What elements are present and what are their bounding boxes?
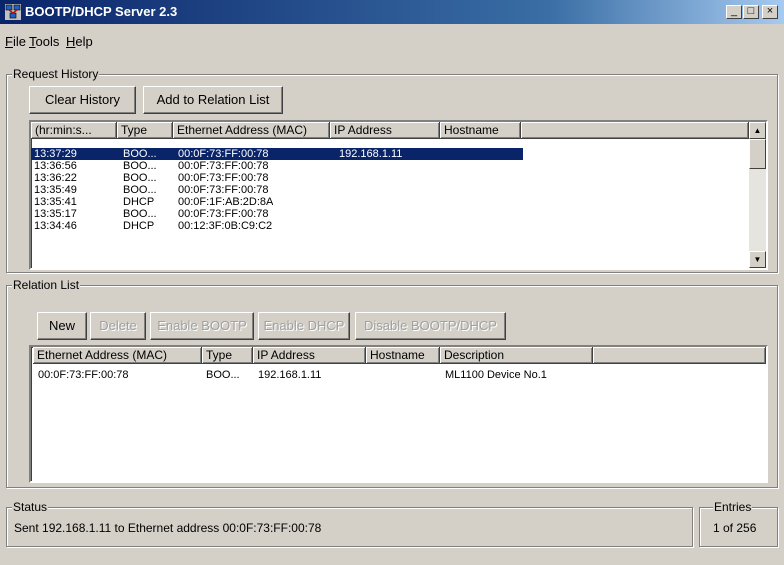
- status-message: Sent 192.168.1.11 to Ethernet address 00…: [14, 521, 322, 535]
- table-row[interactable]: 00:0F:73:FF:00:78 BOO... 192.168.1.11 ML…: [31, 369, 766, 381]
- column-hostname[interactable]: Hostname: [440, 122, 521, 139]
- add-to-relation-list-button[interactable]: Add to Relation List: [143, 86, 283, 114]
- request-history-label: Request History: [12, 67, 100, 81]
- table-row-partial[interactable]: [31, 232, 523, 244]
- minimize-button[interactable]: _: [726, 5, 742, 19]
- title-bar[interactable]: BOOTP/DHCP Server 2.3 _ □ ×: [0, 0, 784, 24]
- window-title: BOOTP/DHCP Server 2.3: [25, 4, 178, 19]
- menu-tools[interactable]: Tools: [29, 34, 59, 49]
- menu-bar: File Tools Help: [0, 34, 784, 54]
- delete-button[interactable]: Delete: [90, 312, 146, 340]
- table-row[interactable]: 13:37:29 BOO... 00:0F:73:FF:00:78 192.16…: [31, 148, 523, 160]
- status-label: Status: [12, 500, 49, 514]
- column-type[interactable]: Type: [117, 122, 173, 139]
- column-hostname[interactable]: Hostname: [366, 347, 440, 364]
- maximize-button[interactable]: □: [743, 5, 759, 19]
- close-button[interactable]: ×: [762, 5, 778, 19]
- menu-file[interactable]: File: [5, 34, 26, 49]
- table-row[interactable]: 13:35:17 BOO... 00:0F:73:FF:00:78: [31, 208, 523, 220]
- table-row[interactable]: 13:34:46 DHCP 00:12:3F:0B:C9:C2: [31, 220, 523, 232]
- request-history-scrollbar[interactable]: ▲ ▼: [749, 122, 766, 268]
- column-mac[interactable]: Ethernet Address (MAC): [173, 122, 330, 139]
- entries-label: Entries: [713, 500, 753, 514]
- table-row[interactable]: 13:35:41 DHCP 00:0F:1F:AB:2D:8A: [31, 196, 523, 208]
- scroll-thumb[interactable]: [749, 139, 766, 169]
- column-mac[interactable]: Ethernet Address (MAC): [33, 347, 202, 364]
- column-type[interactable]: Type: [202, 347, 253, 364]
- column-time[interactable]: (hr:min:s...: [31, 122, 117, 139]
- column-ip[interactable]: IP Address: [330, 122, 440, 139]
- new-button[interactable]: New: [37, 312, 87, 340]
- network-app-icon: [5, 4, 21, 20]
- relation-list-label: Relation List: [12, 278, 81, 292]
- menu-help[interactable]: Help: [66, 34, 93, 49]
- table-row[interactable]: 13:36:56 BOO... 00:0F:73:FF:00:78: [31, 160, 523, 172]
- column-ip[interactable]: IP Address: [253, 347, 366, 364]
- enable-bootp-button[interactable]: Enable BOOTP: [150, 312, 254, 340]
- relation-list[interactable]: Ethernet Address (MAC) Type IP Address H…: [29, 345, 768, 483]
- enable-dhcp-button[interactable]: Enable DHCP: [258, 312, 350, 340]
- request-history-list[interactable]: (hr:min:s... Type Ethernet Address (MAC)…: [29, 120, 768, 270]
- clear-history-button[interactable]: Clear History: [29, 86, 136, 114]
- app-window: BOOTP/DHCP Server 2.3 _ □ × File Tools H…: [0, 0, 784, 565]
- disable-bootp-dhcp-button[interactable]: Disable BOOTP/DHCP: [355, 312, 506, 340]
- column-filler: [521, 122, 749, 139]
- column-description[interactable]: Description: [440, 347, 593, 364]
- scroll-down-button[interactable]: ▼: [749, 251, 766, 268]
- column-filler: [593, 347, 766, 364]
- table-row[interactable]: 13:36:22 BOO... 00:0F:73:FF:00:78: [31, 172, 523, 184]
- entries-count: 1 of 256: [713, 521, 757, 535]
- table-row[interactable]: 13:35:49 BOO... 00:0F:73:FF:00:78: [31, 184, 523, 196]
- scroll-up-button[interactable]: ▲: [749, 122, 766, 139]
